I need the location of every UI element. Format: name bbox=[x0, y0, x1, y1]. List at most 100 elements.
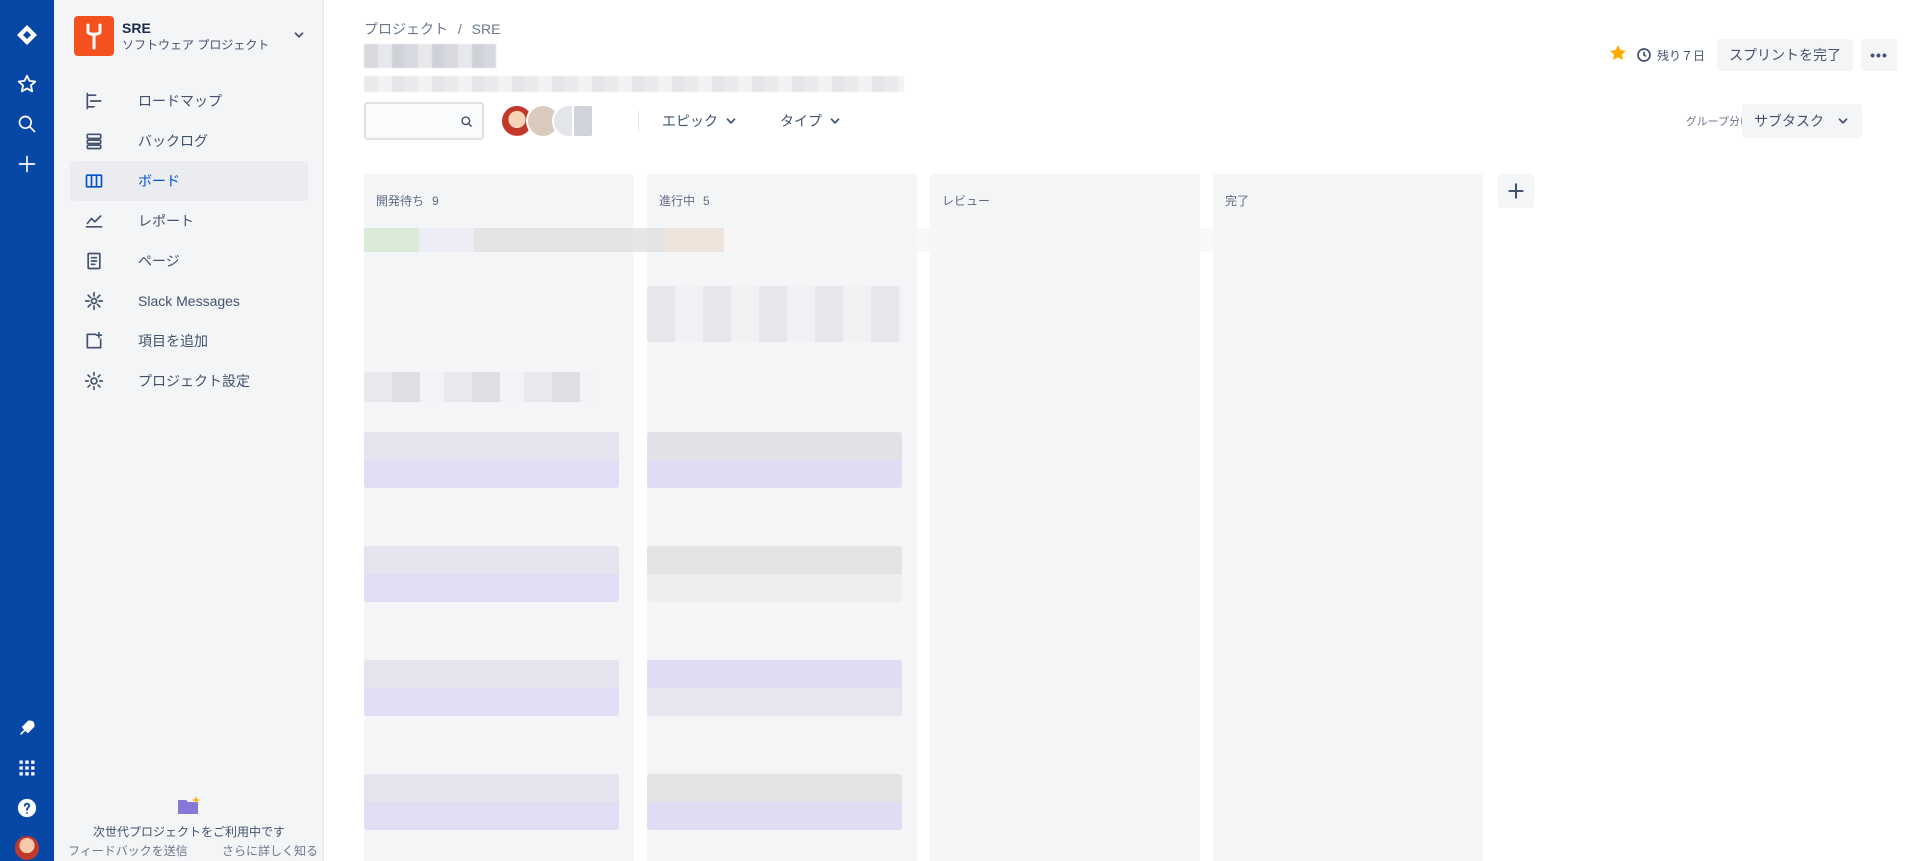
roadmap-icon bbox=[84, 91, 104, 111]
swimlane-header bbox=[364, 372, 594, 402]
column-header: レビュー bbox=[930, 174, 1200, 222]
rocket-icon[interactable] bbox=[0, 713, 54, 743]
board-filters: エピック タイプ グループ分け サブタスク bbox=[364, 102, 1884, 140]
issue-card[interactable] bbox=[647, 286, 902, 342]
sidebar-item-reports[interactable]: レポート bbox=[70, 201, 308, 241]
project-avatar bbox=[74, 16, 114, 56]
sprint-goal-redacted bbox=[364, 76, 904, 92]
sidebar-item-add-item[interactable]: 項目を追加 bbox=[70, 321, 308, 361]
breadcrumb-sre[interactable]: SRE bbox=[472, 21, 501, 37]
star-icon[interactable] bbox=[0, 69, 54, 99]
column-header: 開発待ち 9 bbox=[364, 174, 634, 222]
epic-filter[interactable]: エピック bbox=[652, 106, 748, 136]
chevron-down-icon bbox=[726, 118, 736, 124]
column-in-progress: 進行中 5 bbox=[647, 174, 917, 861]
chevron-down-icon bbox=[1838, 118, 1848, 124]
assignee-avatars bbox=[500, 104, 610, 138]
search-icon bbox=[460, 115, 474, 134]
sidebar-item-label: バックログ bbox=[138, 133, 208, 149]
search-input[interactable] bbox=[364, 102, 484, 140]
clock-icon bbox=[1637, 48, 1651, 62]
sidebar-item-pages[interactable]: ページ bbox=[70, 241, 308, 281]
avatar[interactable] bbox=[572, 104, 594, 138]
project-nav: ロードマップ バックログ ボード レポート ページ Slack Messages bbox=[70, 81, 308, 401]
issue-card[interactable] bbox=[364, 774, 619, 830]
column-header: 進行中 5 bbox=[647, 174, 917, 222]
breadcrumb-projects[interactable]: プロジェクト bbox=[364, 21, 448, 37]
add-column-button[interactable] bbox=[1498, 174, 1534, 208]
column-todo: 開発待ち 9 bbox=[364, 174, 634, 861]
plus-icon bbox=[1508, 183, 1524, 199]
folder-icon bbox=[177, 795, 201, 822]
board-main: プロジェクト / SRE 残り７日 スプリントを完了 ••• エピック タイプ … bbox=[364, 0, 1919, 861]
column-header: 完了 bbox=[1213, 174, 1483, 222]
group-by-value: サブタスク bbox=[1754, 113, 1824, 129]
group-by-select[interactable]: サブタスク bbox=[1742, 104, 1862, 138]
star-icon[interactable] bbox=[1608, 43, 1628, 68]
sidebar-item-label: ページ bbox=[138, 253, 180, 269]
user-avatar[interactable] bbox=[0, 833, 54, 861]
sidebar-item-label: 項目を追加 bbox=[138, 333, 208, 349]
add-item-icon bbox=[84, 331, 104, 351]
more-actions-button[interactable]: ••• bbox=[1861, 39, 1897, 71]
column-count: 5 bbox=[703, 194, 710, 208]
breadcrumb-separator: / bbox=[457, 21, 462, 37]
settings-icon bbox=[84, 371, 104, 391]
complete-sprint-button[interactable]: スプリントを完了 bbox=[1717, 39, 1853, 71]
column-title: 開発待ち bbox=[376, 194, 425, 208]
global-nav bbox=[0, 0, 54, 861]
sidebar-item-project-settings[interactable]: プロジェクト設定 bbox=[70, 361, 308, 401]
jira-app: SRE ソフトウェア プロジェクト ロードマップ バックログ ボード レポート bbox=[0, 0, 1919, 861]
sidebar-item-label: プロジェクト設定 bbox=[138, 373, 250, 389]
search-icon[interactable] bbox=[0, 109, 54, 139]
project-type: ソフトウェア プロジェクト bbox=[122, 38, 270, 52]
jira-logo-icon[interactable] bbox=[0, 20, 54, 50]
issue-card[interactable] bbox=[647, 774, 902, 830]
project-name: SRE bbox=[122, 20, 151, 36]
column-review: レビュー bbox=[930, 174, 1200, 861]
column-done: 完了 bbox=[1213, 174, 1483, 861]
breadcrumb: プロジェクト / SRE bbox=[364, 19, 506, 39]
help-icon[interactable] bbox=[0, 793, 54, 823]
sprint-title-redacted bbox=[364, 44, 496, 68]
type-filter-label: タイプ bbox=[780, 113, 822, 129]
reports-icon bbox=[84, 211, 104, 231]
days-remaining-text: 残り７日 bbox=[1656, 48, 1705, 63]
column-title: レビュー bbox=[942, 194, 991, 208]
sidebar-item-slack-messages[interactable]: Slack Messages bbox=[70, 281, 308, 321]
issue-card[interactable] bbox=[364, 660, 619, 716]
days-remaining: 残り７日 bbox=[1636, 47, 1705, 64]
board-actions: 残り７日 スプリントを完了 ••• bbox=[1608, 38, 1897, 72]
page-icon bbox=[84, 251, 104, 271]
column-title: 完了 bbox=[1225, 194, 1250, 208]
project-sidebar: SRE ソフトウェア プロジェクト ロードマップ バックログ ボード レポート bbox=[54, 0, 324, 861]
sidebar-item-board[interactable]: ボード bbox=[70, 161, 308, 201]
sidebar-item-label: ボード bbox=[138, 173, 180, 189]
sidebar-item-label: レポート bbox=[138, 213, 194, 229]
app-switcher-icon[interactable] bbox=[0, 753, 54, 783]
sidebar-item-backlog[interactable]: バックログ bbox=[70, 121, 308, 161]
slack-gear-icon bbox=[84, 291, 104, 311]
column-title: 進行中 bbox=[659, 194, 696, 208]
issue-card[interactable] bbox=[647, 546, 902, 602]
sidebar-item-label: ロードマップ bbox=[138, 93, 222, 109]
kanban-board: 開発待ち 9 進行中 5 レビュー 完了 bbox=[364, 174, 1914, 861]
sidebar-item-roadmap[interactable]: ロードマップ bbox=[70, 81, 308, 121]
chevron-down-icon bbox=[830, 118, 840, 124]
sidebar-footer: 次世代プロジェクトをご利用中です フィードバックを送信 さらに詳しく知る bbox=[54, 795, 324, 861]
swimlane-header bbox=[364, 228, 1464, 252]
next-gen-message: 次世代プロジェクトをご利用中です bbox=[92, 825, 285, 839]
issue-card[interactable] bbox=[364, 432, 619, 488]
sidebar-item-label: Slack Messages bbox=[138, 293, 240, 309]
issue-card[interactable] bbox=[647, 660, 902, 716]
learn-more-link[interactable]: さらに詳しく知る bbox=[222, 842, 318, 859]
plus-icon[interactable] bbox=[0, 149, 54, 179]
project-header[interactable]: SRE ソフトウェア プロジェクト bbox=[74, 16, 314, 58]
board-icon bbox=[84, 171, 104, 191]
feedback-link[interactable]: フィードバックを送信 bbox=[68, 842, 188, 859]
issue-card[interactable] bbox=[647, 432, 902, 488]
epic-filter-label: エピック bbox=[662, 113, 718, 129]
issue-card[interactable] bbox=[364, 546, 619, 602]
chevron-down-icon[interactable] bbox=[292, 28, 306, 47]
type-filter[interactable]: タイプ bbox=[770, 106, 852, 136]
